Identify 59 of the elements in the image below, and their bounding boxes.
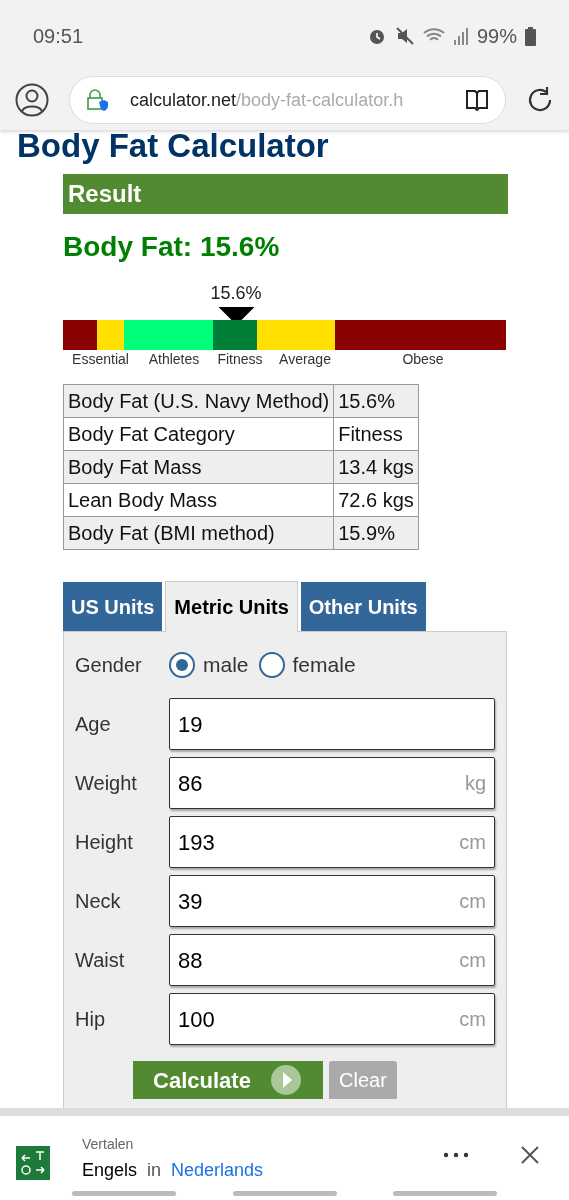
field-label: Weight [75, 771, 138, 796]
unit-tab[interactable]: Other Units [300, 582, 426, 631]
more-icon[interactable] [443, 1152, 469, 1158]
page-title: Body Fat Calculator [16, 130, 330, 166]
close-icon[interactable] [521, 1146, 539, 1164]
gauge-reading: 15.6% [210, 282, 262, 305]
signal-icon [452, 27, 469, 45]
unit-tab[interactable]: Metric Units [165, 581, 298, 632]
table-cell: Body Fat Mass [63, 450, 334, 484]
result-summary: Body Fat: 15.6% [63, 230, 281, 264]
input-field[interactable]: 88 cm [169, 934, 495, 986]
joiner-text: in [147, 1161, 162, 1179]
field-label: Waist [75, 948, 126, 973]
radio-button[interactable] [258, 652, 285, 678]
battery-icon [525, 26, 536, 46]
gauge-label: Athletes [147, 350, 201, 368]
mute-icon [394, 26, 415, 46]
play-icon [270, 1065, 301, 1095]
table-cell: Body Fat (U.S. Navy Method) [63, 384, 334, 418]
profile-icon[interactable] [15, 83, 49, 117]
url-text: calculator.net/body-fat-calculator.h [130, 88, 405, 112]
field-label: Neck [75, 889, 122, 914]
table-cell: 15.6% [333, 384, 419, 418]
table-cell: Body Fat (BMI method) [63, 516, 334, 550]
radio-button[interactable] [169, 652, 195, 678]
field-label: Hip [75, 1007, 106, 1032]
battery-percent: 99% [476, 24, 517, 49]
gender-option[interactable]: female [258, 649, 356, 681]
table-cell: 13.4 kgs [333, 450, 419, 484]
table-cell: Lean Body Mass [63, 483, 334, 517]
gauge-label: Obese [401, 350, 445, 368]
input-field[interactable]: 100 cm [169, 993, 495, 1045]
gauge-label: Fitness [216, 350, 264, 368]
input-field[interactable]: 193 cm [169, 816, 495, 868]
calculate-button[interactable]: Calculate [133, 1061, 324, 1099]
table-cell: Body Fat Category [63, 417, 334, 451]
reload-icon[interactable] [526, 86, 554, 114]
field-label: Gender [75, 653, 143, 678]
reader-icon[interactable] [465, 89, 489, 111]
field-label: Age [75, 712, 112, 737]
input-field[interactable]: 86 kg [169, 757, 495, 809]
table-cell: 15.9% [333, 516, 419, 550]
target-language[interactable]: Nederlands [171, 1161, 264, 1179]
table-cell: 72.6 kgs [333, 483, 419, 517]
translate-icon[interactable] [16, 1146, 50, 1180]
gauge-label: Average [278, 350, 332, 368]
result-header: Result [63, 174, 508, 214]
gender-option[interactable]: male [169, 649, 249, 681]
lock-icon [86, 88, 108, 112]
status-time: 09:51 [33, 24, 84, 49]
gauge-label: Essential [71, 350, 130, 368]
input-field[interactable]: 19 [169, 698, 495, 750]
input-field[interactable]: 39 cm [169, 875, 495, 927]
unit-tab[interactable]: US Units [63, 582, 163, 631]
field-label: Height [75, 830, 134, 855]
table-cell: Fitness [333, 417, 419, 451]
translate-title: Vertalen [82, 1135, 135, 1154]
address-bar[interactable]: calculator.net/body-fat-calculator.h [69, 76, 506, 124]
source-language[interactable]: Engels [82, 1161, 138, 1179]
